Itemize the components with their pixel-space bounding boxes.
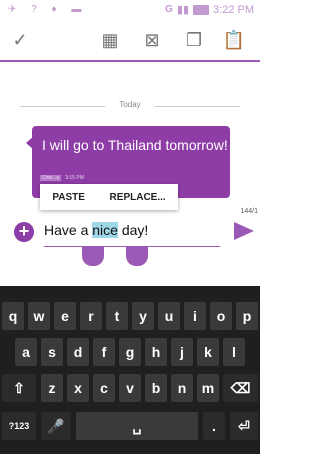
notification-icons: ✈ ? ♦ ▬ [8, 4, 88, 15]
paste-button[interactable]: PASTE [52, 192, 85, 203]
battery-icon [193, 4, 210, 15]
attach-icon[interactable]: ⊠ [140, 28, 164, 52]
selection-handle-right[interactable] [126, 246, 148, 266]
key-j[interactable]: j [171, 338, 193, 366]
grid-icon[interactable]: ▦ [98, 28, 122, 52]
enter-key-icon[interactable]: ⏎ [230, 412, 258, 440]
key-w[interactable]: w [28, 302, 50, 330]
input-text-before: Have a [44, 222, 93, 238]
input-text-after: day! [117, 222, 149, 238]
toolbar: ✓ ▦ ⊠ ❐ 📋 [0, 20, 260, 62]
date-divider: Today [20, 100, 240, 112]
composer: + Have a nice day! [0, 216, 260, 250]
status-right: G ▮▮ 3:22 PM [165, 3, 254, 17]
key-v[interactable]: v [119, 374, 141, 402]
sender-chip: Chin...e [40, 175, 62, 181]
clipboard-icon[interactable]: 📋 [222, 28, 246, 52]
keyboard-row-3: ⇧ z x c v b n m ⌫ [0, 374, 260, 404]
key-s[interactable]: s [41, 338, 63, 366]
backspace-key-icon[interactable]: ⌫ [223, 374, 258, 402]
input-text-selected: nice [92, 222, 118, 238]
period-key[interactable]: . [203, 412, 225, 440]
keyboard-row-4: ?123 🎤 ␣ . ⏎ [0, 412, 260, 442]
key-q[interactable]: q [2, 302, 24, 330]
key-l[interactable]: l [223, 338, 245, 366]
message-input[interactable]: Have a nice day! [44, 218, 220, 247]
key-b[interactable]: b [145, 374, 167, 402]
key-m[interactable]: m [197, 374, 219, 402]
copy-icon[interactable]: ❐ [182, 28, 206, 52]
signal-icon: ▮▮ [176, 4, 190, 16]
keyboard-row-2: a s d f g h j k l [0, 338, 260, 368]
replace-button[interactable]: REPLACE... [110, 192, 166, 203]
clock: 3:22 PM [213, 3, 254, 16]
key-i[interactable]: i [184, 302, 206, 330]
message-text: I will go to Thailand tomorrow! [42, 137, 228, 153]
key-a[interactable]: a [15, 338, 37, 366]
signal-indicator: G [165, 4, 173, 15]
mic-key-icon[interactable]: 🎤 [41, 412, 71, 440]
shift-key-icon[interactable]: ⇧ [2, 374, 36, 402]
key-y[interactable]: y [132, 302, 154, 330]
key-t[interactable]: t [106, 302, 128, 330]
send-icon[interactable] [234, 222, 254, 240]
key-z[interactable]: z [41, 374, 63, 402]
key-x[interactable]: x [67, 374, 89, 402]
key-r[interactable]: r [80, 302, 102, 330]
message-meta: Chin...e 3:15 PM [40, 175, 84, 181]
key-e[interactable]: e [54, 302, 76, 330]
key-h[interactable]: h [145, 338, 167, 366]
key-k[interactable]: k [197, 338, 219, 366]
key-p[interactable]: p [236, 302, 258, 330]
key-f[interactable]: f [93, 338, 115, 366]
char-counter: 144/1 [240, 208, 258, 215]
keyboard-row-1: q w e r t y u i o p [0, 302, 260, 332]
date-label: Today [119, 100, 141, 109]
key-n[interactable]: n [171, 374, 193, 402]
symbols-key[interactable]: ?123 [2, 412, 36, 440]
selection-handle-left[interactable] [82, 246, 104, 266]
space-key[interactable]: ␣ [76, 412, 198, 440]
status-bar: ✈ ? ♦ ▬ G ▮▮ 3:22 PM [0, 0, 260, 20]
key-d[interactable]: d [67, 338, 89, 366]
check-icon[interactable]: ✓ [8, 28, 32, 52]
key-o[interactable]: o [210, 302, 232, 330]
keyboard: q w e r t y u i o p a s d f g h j k l ⇧ … [0, 286, 260, 454]
message-time: 3:15 PM [65, 175, 84, 181]
key-u[interactable]: u [158, 302, 180, 330]
text-selection-menu: PASTE REPLACE... [40, 184, 178, 210]
key-g[interactable]: g [119, 338, 141, 366]
key-c[interactable]: c [93, 374, 115, 402]
add-attachment-button[interactable]: + [14, 222, 34, 242]
